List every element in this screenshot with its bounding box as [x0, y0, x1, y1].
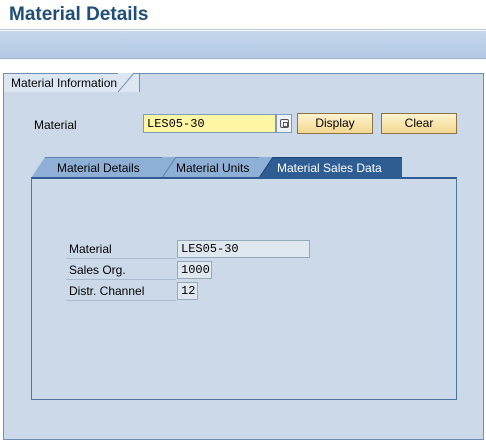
- sales-org-label: Sales Org.: [66, 260, 176, 280]
- material-label: Material: [34, 118, 77, 132]
- tab-label: Material Sales Data: [277, 161, 382, 175]
- tab-material-sales-data[interactable]: Material Sales Data: [259, 157, 402, 178]
- material-input[interactable]: LES05-30: [143, 114, 276, 133]
- display-button[interactable]: Display: [297, 113, 373, 134]
- tab-material-units-edge: [162, 157, 176, 178]
- tab-material-sales-data-edge: [259, 157, 273, 178]
- tab-material-details-edge: [31, 157, 45, 178]
- sales-org-value[interactable]: 1000: [177, 261, 212, 279]
- group-caption-corner: [118, 73, 134, 92]
- toolbar-band: [0, 31, 486, 59]
- distr-channel-value[interactable]: 12: [177, 282, 198, 300]
- distr-channel-label: Distr. Channel: [66, 281, 176, 301]
- tab-label: Material Units: [176, 161, 250, 175]
- clear-button[interactable]: Clear: [381, 113, 457, 134]
- sales-material-label: Material: [66, 239, 176, 259]
- value-help-button[interactable]: [276, 114, 292, 133]
- tab-label: Material Details: [57, 161, 140, 175]
- page-title: Material Details: [9, 4, 149, 25]
- value-help-icon: [279, 119, 289, 128]
- tab-material-units[interactable]: Material Units: [162, 157, 259, 178]
- sales-material-value[interactable]: LES05-30: [177, 240, 310, 258]
- tabstrip: Material Details Material Units Material…: [31, 157, 457, 179]
- tab-material-details[interactable]: Material Details: [31, 157, 162, 178]
- title-bar: Material Details: [0, 0, 486, 30]
